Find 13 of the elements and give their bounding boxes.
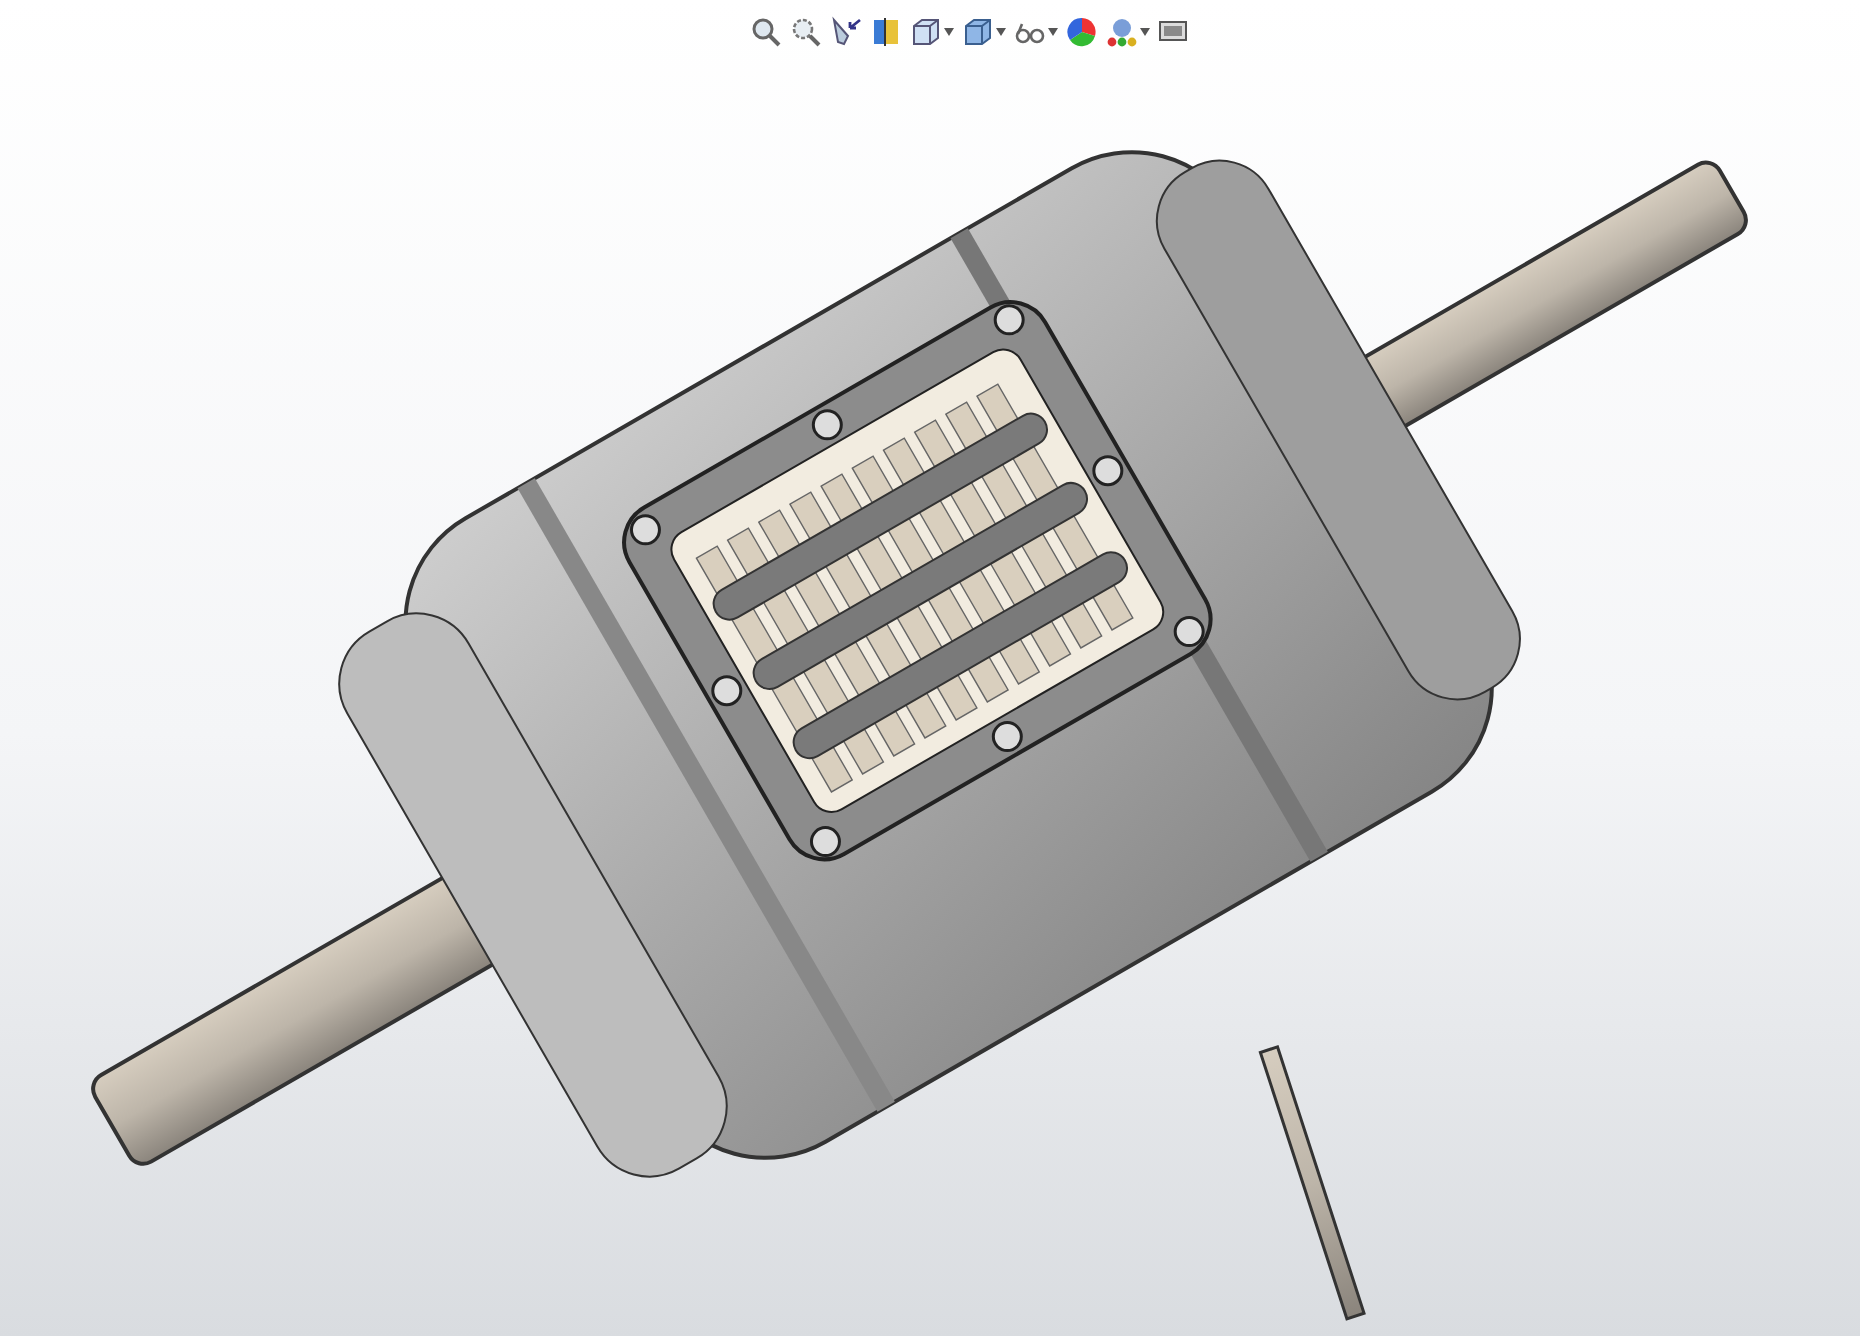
scene-icon xyxy=(1106,16,1138,48)
shaded-cube-icon xyxy=(962,16,994,48)
caret-icon xyxy=(1140,28,1150,36)
zoom-icon xyxy=(750,16,782,48)
caret-icon xyxy=(996,28,1006,36)
caret-icon xyxy=(1048,28,1058,36)
previous-view-icon xyxy=(830,16,862,48)
caret-icon xyxy=(944,28,954,36)
cube-icon xyxy=(910,16,942,48)
toolbar-button[interactable] xyxy=(870,12,902,52)
color-wheel-icon xyxy=(1066,16,1098,48)
section-view-icon xyxy=(870,16,902,48)
zoom-area-icon xyxy=(790,16,822,48)
